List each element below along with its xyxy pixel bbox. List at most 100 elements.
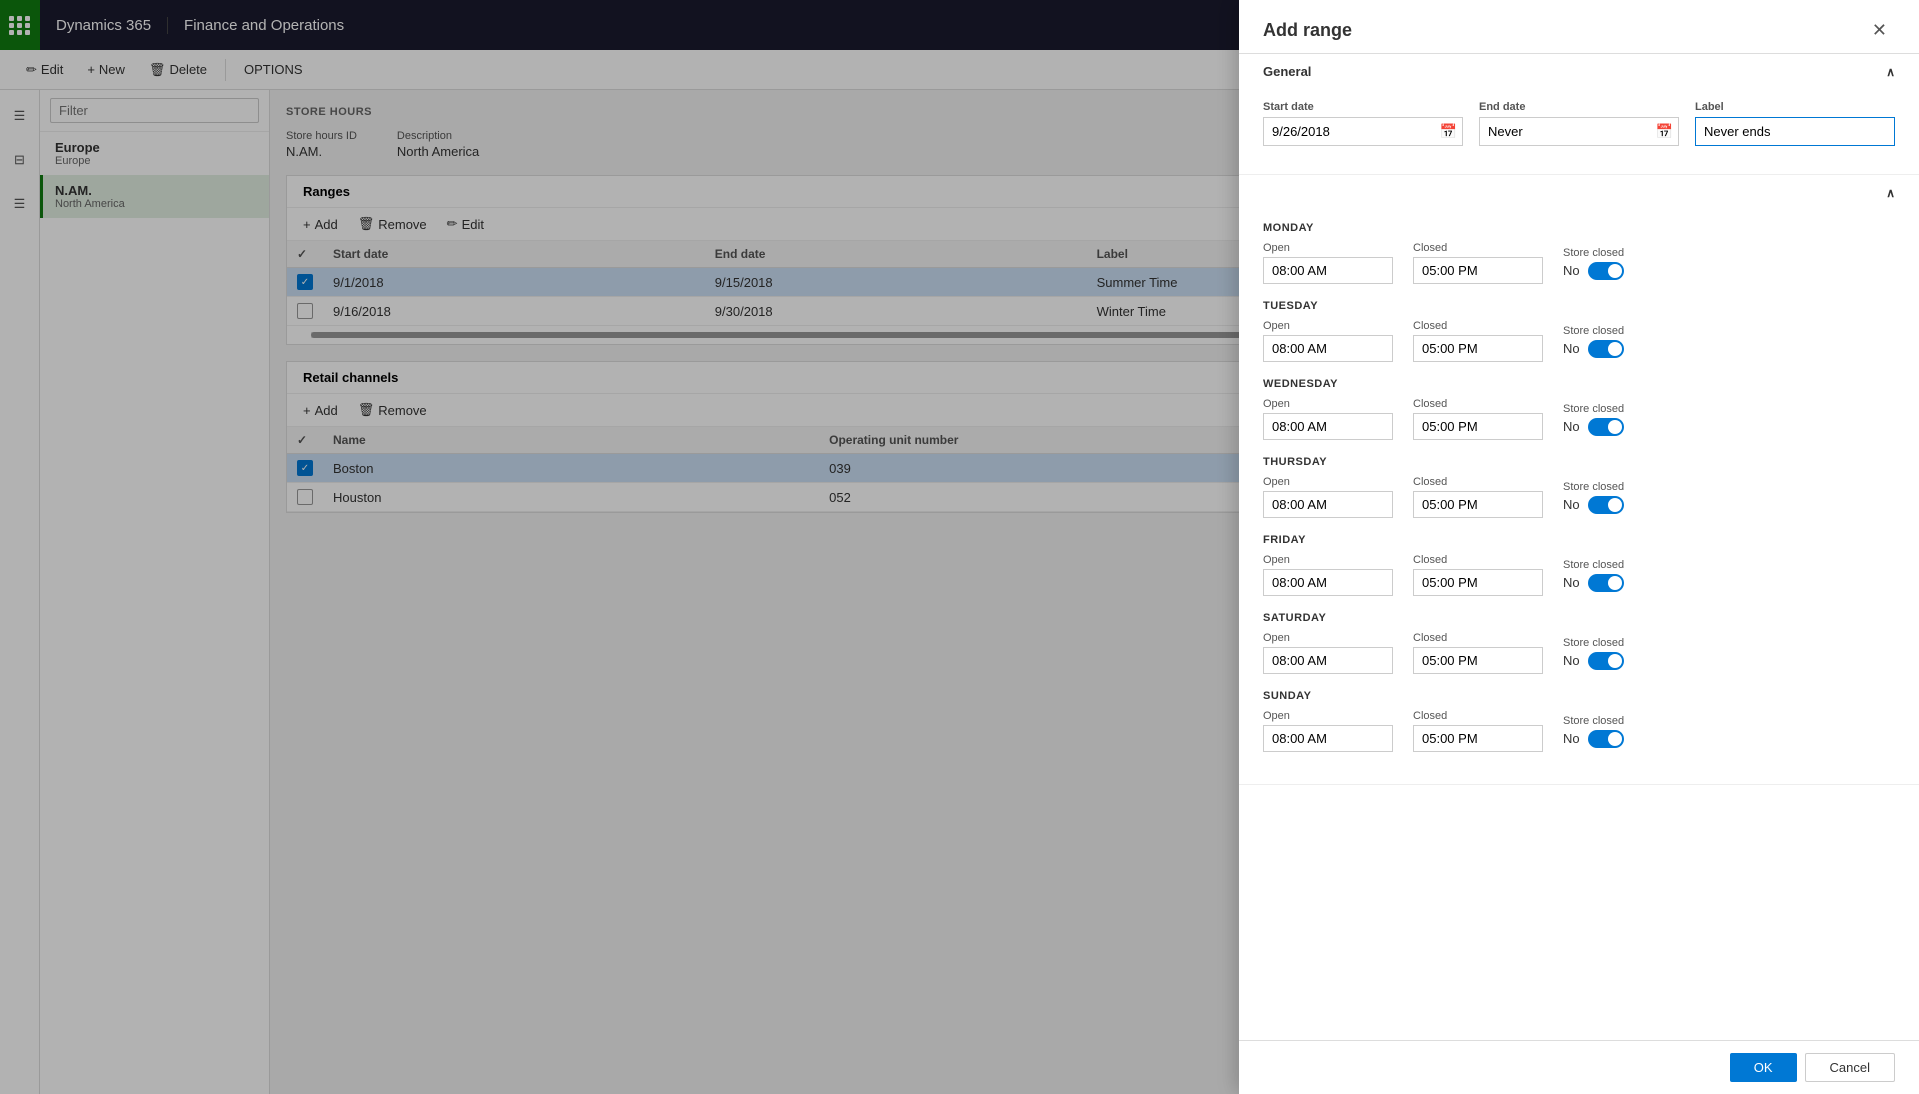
thursday-store-closed-label: Store closed <box>1563 481 1624 493</box>
saturday-store-closed-value: No <box>1563 653 1580 668</box>
tuesday-toggle[interactable] <box>1588 340 1624 358</box>
saturday-closed-field: Closed <box>1413 632 1543 674</box>
thursday-open-field: Open <box>1263 476 1393 518</box>
tuesday-closed-input[interactable] <box>1413 335 1543 362</box>
monday-section: MONDAY Open Closed Store closed <box>1263 222 1895 284</box>
friday-closed-input[interactable] <box>1413 569 1543 596</box>
sunday-open-field: Open <box>1263 710 1393 752</box>
sunday-row: Open Closed Store closed No <box>1263 710 1895 752</box>
monday-closed-input[interactable] <box>1413 257 1543 284</box>
sunday-open-input[interactable] <box>1263 725 1393 752</box>
schedule-section-content: MONDAY Open Closed Store closed <box>1239 210 1919 784</box>
dialog-close-button[interactable]: ✕ <box>1864 16 1895 45</box>
saturday-row: Open Closed Store closed No <box>1263 632 1895 674</box>
ok-button[interactable]: OK <box>1730 1053 1797 1082</box>
thursday-store-closed-value: No <box>1563 497 1580 512</box>
thursday-toggle[interactable] <box>1588 496 1624 514</box>
saturday-toggle[interactable] <box>1588 652 1624 670</box>
calendar-icon-start[interactable]: 📅 <box>1440 123 1457 140</box>
tuesday-open-field: Open <box>1263 320 1393 362</box>
sunday-section: SUNDAY Open Closed Store closed <box>1263 690 1895 752</box>
start-date-field: Start date 📅 <box>1263 101 1463 146</box>
sunday-closed-input[interactable] <box>1413 725 1543 752</box>
schedule-section: MONDAY Open Closed Store closed <box>1239 175 1919 785</box>
saturday-store-closed: Store closed No <box>1563 637 1624 670</box>
range-label-input[interactable] <box>1695 117 1895 146</box>
monday-store-closed: Store closed No <box>1563 247 1624 280</box>
monday-open-input[interactable] <box>1263 257 1393 284</box>
thursday-open-input[interactable] <box>1263 491 1393 518</box>
date-row: Start date 📅 End date 📅 <box>1263 101 1895 146</box>
range-label-label: Label <box>1695 101 1895 113</box>
sunday-store-closed: Store closed No <box>1563 715 1624 748</box>
tuesday-open-input[interactable] <box>1263 335 1393 362</box>
add-range-dialog: Add range ✕ General Start date 📅 <box>1239 0 1919 1094</box>
general-section-content: Start date 📅 End date 📅 <box>1239 89 1919 174</box>
tuesday-section: TUESDAY Open Closed Store closed <box>1263 300 1895 362</box>
tuesday-closed-label: Closed <box>1413 320 1543 332</box>
friday-closed-field: Closed <box>1413 554 1543 596</box>
general-section: General Start date 📅 End date <box>1239 54 1919 175</box>
wednesday-open-label: Open <box>1263 398 1393 410</box>
saturday-store-closed-label: Store closed <box>1563 637 1624 649</box>
general-section-label: General <box>1263 64 1311 79</box>
wednesday-closed-input[interactable] <box>1413 413 1543 440</box>
sunday-store-closed-row: No <box>1563 730 1624 748</box>
schedule-collapse-icon <box>1886 185 1895 200</box>
friday-closed-label: Closed <box>1413 554 1543 566</box>
thursday-closed-input[interactable] <box>1413 491 1543 518</box>
sunday-toggle[interactable] <box>1588 730 1624 748</box>
end-date-field: End date 📅 <box>1479 101 1679 146</box>
start-date-input-wrapper: 📅 <box>1263 117 1463 146</box>
tuesday-row: Open Closed Store closed No <box>1263 320 1895 362</box>
saturday-store-closed-row: No <box>1563 652 1624 670</box>
wednesday-open-field: Open <box>1263 398 1393 440</box>
schedule-section-header[interactable] <box>1239 175 1919 210</box>
start-date-input[interactable] <box>1263 117 1463 146</box>
dialog-title: Add range <box>1263 20 1352 41</box>
thursday-closed-field: Closed <box>1413 476 1543 518</box>
thursday-store-closed: Store closed No <box>1563 481 1624 514</box>
friday-store-closed-row: No <box>1563 574 1624 592</box>
wednesday-store-closed-label: Store closed <box>1563 403 1624 415</box>
tuesday-open-label: Open <box>1263 320 1393 332</box>
monday-closed-field: Closed <box>1413 242 1543 284</box>
end-date-input[interactable] <box>1479 117 1679 146</box>
wednesday-toggle[interactable] <box>1588 418 1624 436</box>
friday-toggle[interactable] <box>1588 574 1624 592</box>
saturday-open-label: Open <box>1263 632 1393 644</box>
friday-store-closed-label: Store closed <box>1563 559 1624 571</box>
thursday-section: THURSDAY Open Closed Store closed <box>1263 456 1895 518</box>
wednesday-store-closed-row: No <box>1563 418 1624 436</box>
monday-open-label: Open <box>1263 242 1393 254</box>
friday-store-closed-value: No <box>1563 575 1580 590</box>
wednesday-store-closed: Store closed No <box>1563 403 1624 436</box>
saturday-open-field: Open <box>1263 632 1393 674</box>
wednesday-closed-label: Closed <box>1413 398 1543 410</box>
thursday-label: THURSDAY <box>1263 456 1895 468</box>
thursday-closed-label: Closed <box>1413 476 1543 488</box>
dialog-footer: OK Cancel <box>1239 1040 1919 1094</box>
monday-store-closed-label: Store closed <box>1563 247 1624 259</box>
friday-open-input[interactable] <box>1263 569 1393 596</box>
friday-row: Open Closed Store closed No <box>1263 554 1895 596</box>
saturday-closed-label: Closed <box>1413 632 1543 644</box>
wednesday-label: WEDNESDAY <box>1263 378 1895 390</box>
monday-closed-label: Closed <box>1413 242 1543 254</box>
monday-label: MONDAY <box>1263 222 1895 234</box>
saturday-closed-input[interactable] <box>1413 647 1543 674</box>
sunday-store-closed-value: No <box>1563 731 1580 746</box>
wednesday-open-input[interactable] <box>1263 413 1393 440</box>
saturday-label: SATURDAY <box>1263 612 1895 624</box>
tuesday-closed-field: Closed <box>1413 320 1543 362</box>
friday-section: FRIDAY Open Closed Store closed <box>1263 534 1895 596</box>
cancel-button[interactable]: Cancel <box>1805 1053 1895 1082</box>
monday-toggle[interactable] <box>1588 262 1624 280</box>
general-section-header[interactable]: General <box>1239 54 1919 89</box>
saturday-open-input[interactable] <box>1263 647 1393 674</box>
monday-open-field: Open <box>1263 242 1393 284</box>
sunday-closed-label: Closed <box>1413 710 1543 722</box>
tuesday-store-closed-value: No <box>1563 341 1580 356</box>
wednesday-closed-field: Closed <box>1413 398 1543 440</box>
calendar-icon-end[interactable]: 📅 <box>1656 123 1673 140</box>
